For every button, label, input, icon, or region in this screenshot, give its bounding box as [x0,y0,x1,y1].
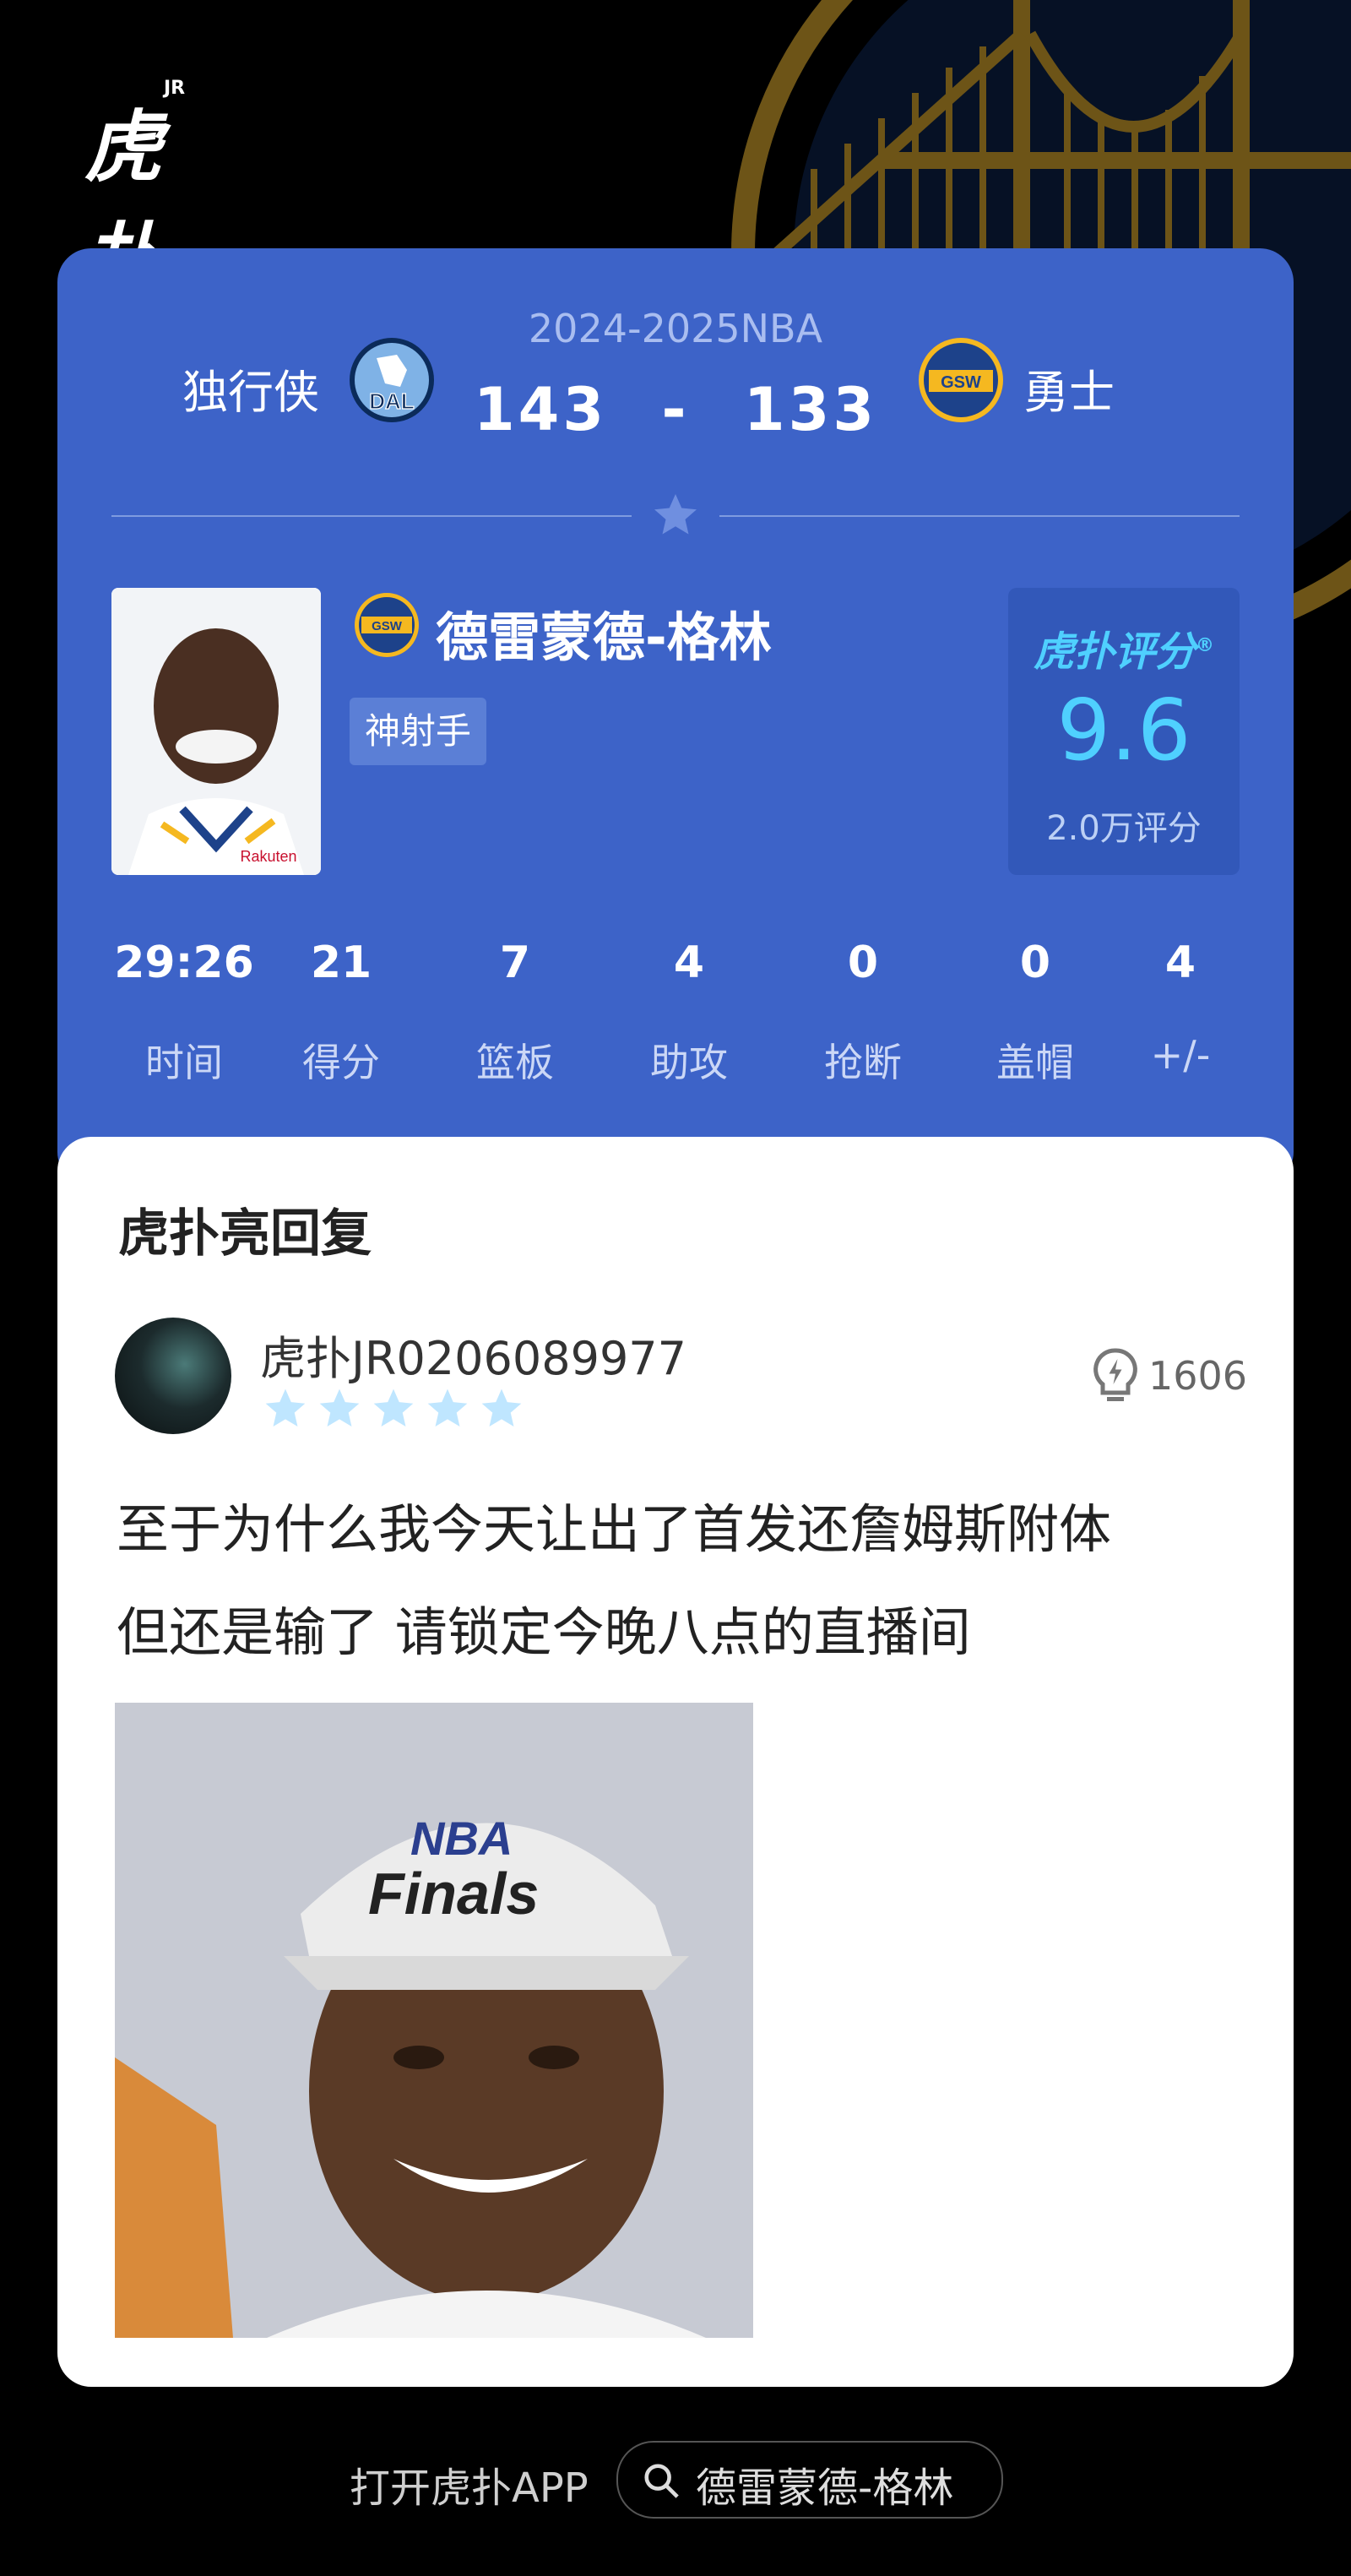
divider-right [719,515,1240,517]
section-title: 虎扑亮回复 [118,1204,372,1264]
meme-image[interactable]: NBA Finals [115,1703,753,2338]
stat-label-minutes: 时间 [145,1040,223,1085]
stat-value-rebounds: 7 [499,937,531,988]
rating-count: 2.0万评分 [1046,809,1202,848]
stat-value-blocks: 0 [1019,937,1051,988]
stat-value-minutes: 29:26 [114,937,254,988]
username[interactable]: 虎扑JR0206089977 [260,1321,686,1388]
hupu-logo-sup: JR [164,78,186,99]
hupu-logo: 虎扑 JR [84,68,211,305]
season-label: 2024-2025NBA [528,306,823,351]
rating-value: 9.6 [1056,681,1191,780]
stat-value-points: 21 [310,937,372,988]
star-2-icon [319,1389,360,1427]
comment-text: 至于为什么我今天让出了首发还詹姆斯附体 但还是输了 请锁定今晚八点的直播间 [117,1478,1231,1684]
star-5-icon [481,1389,522,1427]
star-1-icon [265,1389,306,1427]
comment-line-1: 至于为什么我今天让出了首发还詹姆斯附体 [117,1498,1112,1560]
star-icon [654,494,697,535]
divider-left [111,515,632,517]
stat-value-steals: 0 [847,937,879,988]
search-icon [644,2464,679,2498]
user-star-rating [262,1385,532,1436]
player-tag[interactable]: 神射手 [350,698,487,765]
stat-label-plus-minus: +/- [1150,1032,1211,1078]
stat-value-plus-minus: 4 [1164,937,1196,988]
stat-label-assists: 助攻 [650,1040,728,1085]
rating-box[interactable]: 虎扑评分® 9.6 2.0万评分 [1008,588,1240,875]
match-score: 143 - 133 [0,375,1351,444]
footer-search-query: 德雷蒙德-格林 [696,2465,954,2512]
like-count: 1606 [1148,1353,1248,1399]
stat-label-blocks: 盖帽 [996,1040,1074,1085]
stat-value-assists: 4 [673,937,705,988]
home-score: 143 [473,375,608,444]
rating-logo-text: 虎扑评分 [1033,628,1196,676]
stat-label-steals: 抢断 [824,1040,902,1085]
away-score: 133 [743,375,878,444]
comment-line-2: 但还是输了 请锁定今晚八点的直播间 [117,1601,971,1663]
meme-cap-text-top: NBA [410,1812,513,1865]
registered-mark: ® [1196,635,1214,656]
gsw-badge-label: GSW [941,373,981,392]
light-bulb-icon[interactable] [1089,1346,1142,1405]
avatar[interactable] [115,1318,231,1434]
player-team-badge-icon: GSW [353,591,420,659]
stat-label-rebounds: 篮板 [476,1040,554,1085]
player-photo[interactable]: Rakuten [111,588,321,875]
score-separator: - [661,375,690,444]
away-team-name[interactable]: 勇士 [1023,355,1115,421]
open-app-link[interactable]: 打开虎扑APP [350,2454,589,2514]
meme-cap-text-bottom: Finals [368,1861,539,1927]
jersey-sponsor: Rakuten [240,848,296,865]
gsw-badge-icon[interactable]: GSW [917,336,1005,424]
stat-label-points: 得分 [302,1040,380,1085]
rating-logo: 虎扑评分® [1008,618,1240,677]
star-4-icon [427,1389,468,1427]
player-name[interactable]: 德雷蒙德-格林 [436,595,772,671]
star-3-icon [373,1389,414,1427]
player-team-badge-label: GSW [372,619,403,633]
